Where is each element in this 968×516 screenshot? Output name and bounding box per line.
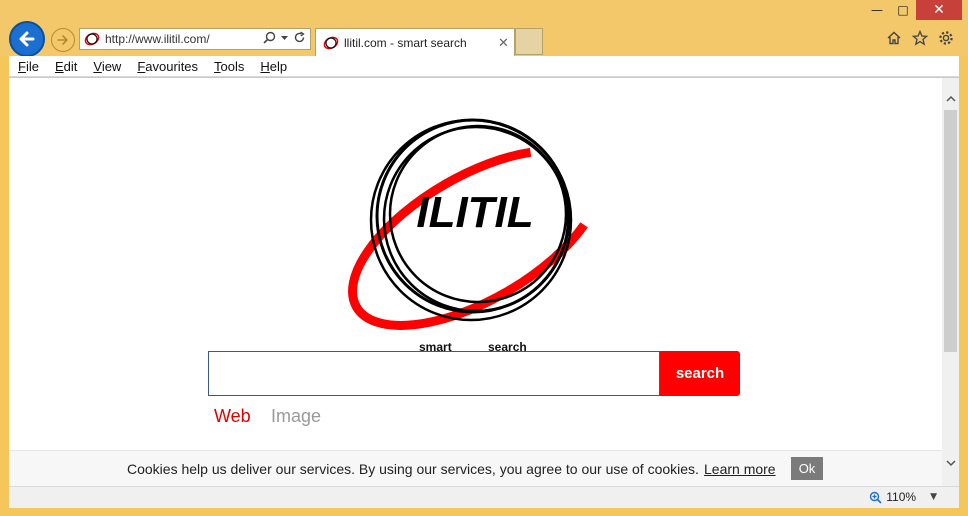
address-bar[interactable]: http://www.ilitil.com/ xyxy=(79,28,311,50)
tab-title: llitil.com - smart search xyxy=(344,35,467,50)
logo-graphic: ILITIL xyxy=(348,118,604,330)
zoom-level: 110% xyxy=(886,490,917,504)
page-viewport: ILITIL smart search search Web Image Coo… xyxy=(9,78,942,486)
search-button[interactable]: search xyxy=(660,351,740,396)
close-button[interactable]: ✕ xyxy=(916,0,962,20)
menu-bar: File Edit View Favourites Tools Help xyxy=(9,56,959,77)
forward-button[interactable] xyxy=(51,28,75,52)
zoom-control[interactable]: 110% ▼ xyxy=(869,490,937,504)
scroll-down-icon[interactable] xyxy=(942,454,959,471)
site-favicon-icon xyxy=(322,34,340,52)
vertical-scrollbar[interactable] xyxy=(942,78,959,486)
scroll-up-icon[interactable] xyxy=(942,90,959,107)
tab-close-icon[interactable]: ✕ xyxy=(498,35,514,51)
minimize-button[interactable]: — xyxy=(864,0,890,20)
search-icon[interactable] xyxy=(263,31,276,47)
back-button[interactable] xyxy=(9,21,45,57)
zoom-icon xyxy=(870,491,882,504)
tab-image[interactable]: Image xyxy=(271,406,321,427)
status-bar: 110% ▼ xyxy=(9,486,959,508)
chevron-down-icon[interactable]: ▼ xyxy=(930,492,937,502)
menu-item-file[interactable]: File xyxy=(18,59,39,74)
site-favicon-icon xyxy=(83,30,101,48)
learn-more-link[interactable]: Learn more xyxy=(704,461,776,477)
url-text[interactable]: http://www.ilitil.com/ xyxy=(105,32,263,46)
new-tab-button[interactable] xyxy=(515,28,543,55)
gear-icon[interactable] xyxy=(938,30,954,46)
menu-item-help[interactable]: Help xyxy=(260,59,287,74)
menu-item-tools[interactable]: Tools xyxy=(214,59,244,74)
browser-toolbar-icons xyxy=(886,30,954,46)
ilitil-logo: ILITIL smart search xyxy=(345,98,611,354)
home-icon[interactable] xyxy=(886,30,902,46)
menu-item-view[interactable]: View xyxy=(93,59,121,74)
cookie-ok-button[interactable]: Ok xyxy=(791,457,823,480)
arrow-left-icon xyxy=(19,31,35,47)
chevron-down-icon[interactable] xyxy=(280,31,289,47)
arrow-right-icon xyxy=(57,35,68,45)
cookie-banner: Cookies help us deliver our services. By… xyxy=(9,450,942,486)
window-controls: — □ ✕ xyxy=(864,0,962,20)
search-input[interactable] xyxy=(208,351,660,396)
scrollbar-thumb[interactable] xyxy=(944,110,957,352)
menu-item-edit[interactable]: Edit xyxy=(55,59,77,74)
logo-wordmark: ILITIL xyxy=(416,188,533,237)
browser-tab-active[interactable]: llitil.com - smart search ✕ xyxy=(315,28,515,56)
cookie-message: Cookies help us deliver our services. By… xyxy=(127,461,699,477)
refresh-icon[interactable] xyxy=(293,31,306,47)
maximize-button[interactable]: □ xyxy=(890,0,916,20)
star-favourites-icon[interactable] xyxy=(912,30,928,46)
tab-web[interactable]: Web xyxy=(214,406,251,427)
menu-item-favourites[interactable]: Favourites xyxy=(137,59,198,74)
